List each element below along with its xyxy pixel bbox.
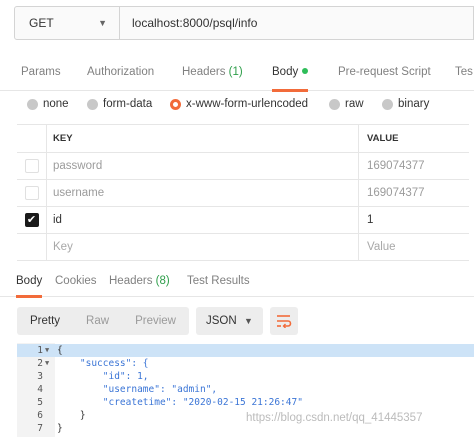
url-input[interactable]: localhost:8000/psql/info — [120, 6, 474, 40]
radio-circle — [329, 98, 340, 110]
request-url-bar: GET ▼ localhost:8000/psql/info — [14, 6, 474, 40]
radio-raw[interactable]: raw — [329, 98, 364, 110]
checkmark-icon[interactable]: ✔ — [24, 213, 39, 227]
preview-button[interactable]: Preview — [122, 307, 189, 335]
headers-count: (1) — [228, 66, 243, 78]
tab-pre-request-script[interactable]: Pre-request Script — [338, 54, 431, 91]
fold-toggle-icon[interactable]: ▼ — [45, 344, 49, 357]
radio-circle — [87, 98, 98, 110]
radio-circle-selected — [170, 98, 181, 110]
url-text: localhost:8000/psql/info — [132, 16, 258, 30]
format-label: JSON — [205, 315, 237, 327]
view-mode-group: Pretty Raw Preview — [17, 307, 189, 335]
key-column-header: KEY — [47, 125, 359, 152]
params-table: KEY VALUE password 169074377 username 16… — [17, 124, 469, 261]
value-cell[interactable]: 1 — [359, 207, 469, 233]
radio-binary[interactable]: binary — [382, 98, 429, 110]
table-row-new: Key Value — [17, 234, 469, 261]
radio-x-www-form-urlencoded[interactable]: x-www-form-urlencoded — [170, 98, 308, 110]
table-row: ✔ id 1 — [17, 207, 469, 234]
tab-params[interactable]: Params — [21, 54, 61, 91]
radio-form-data[interactable]: form-data — [87, 98, 152, 110]
wrap-lines-icon — [276, 315, 292, 328]
body-type-radios: none form-data x-www-form-urlencoded raw… — [0, 94, 474, 118]
table-row: password 169074377 — [17, 153, 469, 180]
pretty-button[interactable]: Pretty — [17, 307, 73, 335]
format-select[interactable]: JSON ▼ — [195, 307, 263, 335]
key-cell[interactable]: username — [47, 180, 359, 206]
table-row: username 169074377 — [17, 180, 469, 207]
value-column-header: VALUE — [367, 133, 399, 144]
watermark-text: https://blog.csdn.net/qq_41445357 — [246, 412, 423, 424]
tab-headers[interactable]: Headers (1) — [182, 54, 243, 91]
radio-circle — [27, 98, 38, 110]
code-line: 3 "id": 1, — [37, 371, 149, 382]
method-label: GET — [29, 16, 54, 30]
raw-button[interactable]: Raw — [73, 307, 122, 335]
value-cell[interactable]: 169074377 — [359, 153, 469, 179]
row-checkbox[interactable] — [24, 159, 39, 173]
key-cell[interactable]: id — [47, 207, 359, 233]
key-cell[interactable]: password — [47, 153, 359, 179]
tab-body[interactable]: Body — [272, 54, 309, 92]
tab-tests[interactable]: Tes — [455, 54, 473, 91]
tab-cookies[interactable]: Cookies — [55, 267, 97, 297]
tab-response-headers[interactable]: Headers (8) — [109, 267, 170, 297]
key-input[interactable]: Key — [47, 234, 359, 260]
tab-response-body[interactable]: Body — [16, 267, 43, 298]
tab-authorization[interactable]: Authorization — [87, 54, 154, 91]
chevron-down-icon: ▼ — [98, 18, 107, 28]
postman-window: GET ▼ localhost:8000/psql/info Params Au… — [0, 0, 474, 437]
code-line: 5 "createtime": "2020-02-15 21:26:47" — [37, 397, 303, 408]
radio-none[interactable]: none — [27, 98, 69, 110]
response-tabs: Body Cookies Headers (8) Test Results — [0, 267, 474, 298]
fold-toggle-icon[interactable]: ▼ — [45, 357, 49, 370]
response-toolbar: Pretty Raw Preview JSON ▼ — [17, 307, 298, 335]
tab-test-results[interactable]: Test Results — [187, 267, 250, 297]
method-select[interactable]: GET ▼ — [14, 6, 120, 40]
code-line: 1 ▼ { — [17, 344, 474, 357]
chevron-down-icon: ▼ — [244, 316, 253, 326]
body-indicator-dot — [302, 68, 309, 74]
value-cell[interactable]: 169074377 — [359, 180, 469, 206]
response-headers-count: (8) — [155, 275, 170, 287]
code-line: 2 ▼ "success": { — [37, 357, 149, 370]
code-line: 4 "username": "admin", — [37, 384, 218, 395]
radio-circle — [382, 98, 393, 110]
table-header-row: KEY VALUE — [17, 125, 469, 153]
row-checkbox[interactable] — [24, 186, 39, 200]
value-input[interactable]: Value — [359, 234, 469, 260]
request-tabs: Params Authorization Headers (1) Body Pr… — [0, 54, 474, 92]
wrap-lines-button[interactable] — [269, 307, 298, 335]
